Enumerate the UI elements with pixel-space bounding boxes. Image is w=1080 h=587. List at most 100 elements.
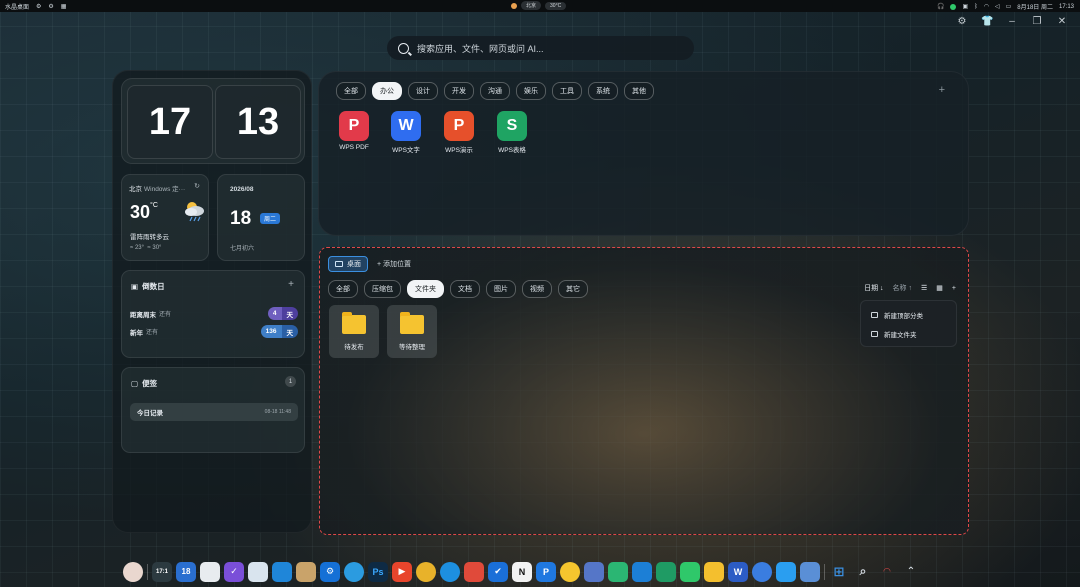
- network-icon[interactable]: [800, 561, 820, 582]
- todo-icon[interactable]: ✓: [224, 561, 244, 582]
- file-tab-image[interactable]: 图片: [486, 280, 516, 298]
- gear-icon[interactable]: ⚙: [48, 3, 53, 10]
- wps-spreadsheet-icon: S: [497, 111, 527, 141]
- battery-icon[interactable]: ▭: [1006, 3, 1012, 10]
- photoshop-icon[interactable]: Ps: [368, 561, 388, 582]
- location-tab-desktop[interactable]: 桌面: [328, 256, 368, 272]
- restore-button[interactable]: ❐: [1031, 16, 1043, 27]
- shirt-icon[interactable]: 👕: [981, 16, 993, 27]
- browser-icon[interactable]: [752, 561, 772, 582]
- clock-app-icon[interactable]: 17:1: [152, 561, 172, 582]
- app-wps-pdf[interactable]: P WPS PDF: [332, 111, 376, 151]
- note-item[interactable]: 今日记录 08-18 11:48: [130, 403, 298, 421]
- check-app-icon[interactable]: ✔: [488, 561, 508, 582]
- git-icon[interactable]: [656, 561, 676, 582]
- folder-item[interactable]: 待发布: [329, 305, 379, 358]
- tab-office[interactable]: 办公: [372, 82, 402, 100]
- wifi-volume-icon[interactable]: ◠: [877, 562, 897, 582]
- notes-widget: ▢ 便签 1 今日记录 08-18 11:48: [121, 367, 305, 453]
- tab-communicate[interactable]: 沟通: [480, 82, 510, 100]
- volume-icon[interactable]: ◁: [995, 3, 1000, 10]
- search-bar[interactable]: 搜索应用、文件、网页或问 AI...: [387, 36, 694, 60]
- notepad-icon[interactable]: [200, 561, 220, 582]
- tab-develop[interactable]: 开发: [444, 82, 474, 100]
- wechat-icon[interactable]: [680, 561, 700, 582]
- top-status-bar: 水晶桌面 ⚙ ⚙ ▦ 北京 30°C 🎧 ▣ ᛒ ◠ ◁ ▭ 8月18日 周二 …: [0, 0, 1080, 12]
- add-app-button[interactable]: +: [939, 84, 945, 96]
- file-tab-folder[interactable]: 文件夹: [407, 280, 444, 298]
- app-wps-spreadsheet[interactable]: S WPS表格: [490, 111, 534, 154]
- tab-design[interactable]: 设计: [408, 82, 438, 100]
- minimize-button[interactable]: –: [1006, 16, 1018, 27]
- bluetooth-icon[interactable]: ᛒ: [974, 4, 978, 10]
- close-button[interactable]: ✕: [1056, 16, 1068, 27]
- recycle-bin-icon[interactable]: [248, 561, 268, 582]
- chrome-icon[interactable]: [416, 561, 436, 582]
- wifi-icon[interactable]: ◠: [984, 3, 989, 10]
- start-icon[interactable]: ⊞: [829, 562, 849, 582]
- grid-icon[interactable]: ▦: [61, 3, 67, 10]
- avatar[interactable]: [123, 561, 143, 582]
- p-app-icon[interactable]: P: [536, 561, 556, 582]
- menu-new-folder[interactable]: 新建文件夹: [871, 329, 917, 339]
- settings-icon[interactable]: ⚙: [36, 3, 41, 10]
- file-tab-archive[interactable]: 压缩包: [364, 280, 401, 298]
- vscode-icon[interactable]: [632, 561, 652, 582]
- remote-icon[interactable]: [776, 561, 796, 582]
- list-view-icon[interactable]: ☰: [921, 284, 927, 292]
- search-icon: [398, 42, 409, 54]
- wps-icon[interactable]: W: [728, 561, 748, 582]
- tab-entertainment[interactable]: 娱乐: [516, 82, 546, 100]
- folder-icon: [342, 312, 366, 334]
- edge-icon[interactable]: [344, 561, 364, 582]
- tab-system[interactable]: 系统: [588, 82, 618, 100]
- settings-icon[interactable]: ⚙: [956, 16, 968, 27]
- tray-icon[interactable]: ▣: [962, 3, 968, 10]
- terminal-icon[interactable]: [608, 561, 628, 582]
- sort-by-date[interactable]: 日期 ↓: [864, 283, 883, 293]
- menu-new-category[interactable]: 新建顶部分类: [871, 310, 923, 320]
- app-wps-presentation[interactable]: P WPS演示: [437, 111, 481, 154]
- file-tab-all[interactable]: 全部: [328, 280, 358, 298]
- add-countdown-button[interactable]: +: [288, 279, 294, 290]
- weather-widget[interactable]: 北京 Windows 定··· ↻ 30°C 雷阵雨转多云 ≈ 23° ≈ 30°: [121, 174, 209, 261]
- add-icon[interactable]: +: [952, 285, 956, 292]
- tab-all[interactable]: 全部: [336, 82, 366, 100]
- tab-tools[interactable]: 工具: [552, 82, 582, 100]
- folder-icon: [400, 312, 424, 334]
- refresh-icon[interactable]: ↻: [194, 182, 200, 190]
- video-app-icon[interactable]: ▶: [392, 561, 412, 582]
- gear-app-icon[interactable]: ⚙: [320, 561, 340, 582]
- game-icon[interactable]: [296, 561, 316, 582]
- countdown-item[interactable]: 距离周末 还有 4 天: [130, 307, 298, 320]
- file-tab-document[interactable]: 文档: [450, 280, 480, 298]
- medal-icon[interactable]: [560, 561, 580, 582]
- calendar-app-icon[interactable]: 18: [176, 561, 196, 582]
- weather-temp: 30: [130, 202, 151, 222]
- file-tab-other[interactable]: 其它: [558, 280, 588, 298]
- edge-browser-icon[interactable]: [440, 561, 460, 582]
- folder-item[interactable]: 等待整理: [387, 305, 437, 358]
- app-wps-writer[interactable]: W WPS文字: [384, 111, 428, 154]
- new-folder-icon: [871, 331, 878, 337]
- vm-icon[interactable]: [584, 561, 604, 582]
- date-widget[interactable]: 2026/08 18 周二 七月初六: [217, 174, 305, 261]
- search-icon[interactable]: ⌕: [853, 562, 873, 582]
- grid-view-icon[interactable]: ▦: [936, 284, 943, 292]
- wps-presentation-icon: P: [444, 111, 474, 141]
- tab-other[interactable]: 其他: [624, 82, 654, 100]
- headset-icon[interactable]: 🎧: [937, 3, 944, 10]
- countdown-item[interactable]: 新年 还有 136 天: [130, 325, 298, 338]
- notion-icon[interactable]: N: [512, 561, 532, 582]
- chevron-up-icon[interactable]: ⌃: [901, 562, 921, 582]
- file-tab-video[interactable]: 视频: [522, 280, 552, 298]
- add-location-button[interactable]: + 添加位置: [377, 259, 411, 269]
- notes-title: 便签: [142, 379, 158, 388]
- store-icon[interactable]: [464, 561, 484, 582]
- sort-by-name[interactable]: 名称 ↑: [893, 283, 912, 293]
- monitor-icon[interactable]: [272, 561, 292, 582]
- wechat-tray-icon[interactable]: [950, 3, 957, 10]
- file-explorer-icon[interactable]: [704, 561, 724, 582]
- date-day: 18: [230, 208, 252, 229]
- status-city: 北京: [521, 1, 542, 10]
